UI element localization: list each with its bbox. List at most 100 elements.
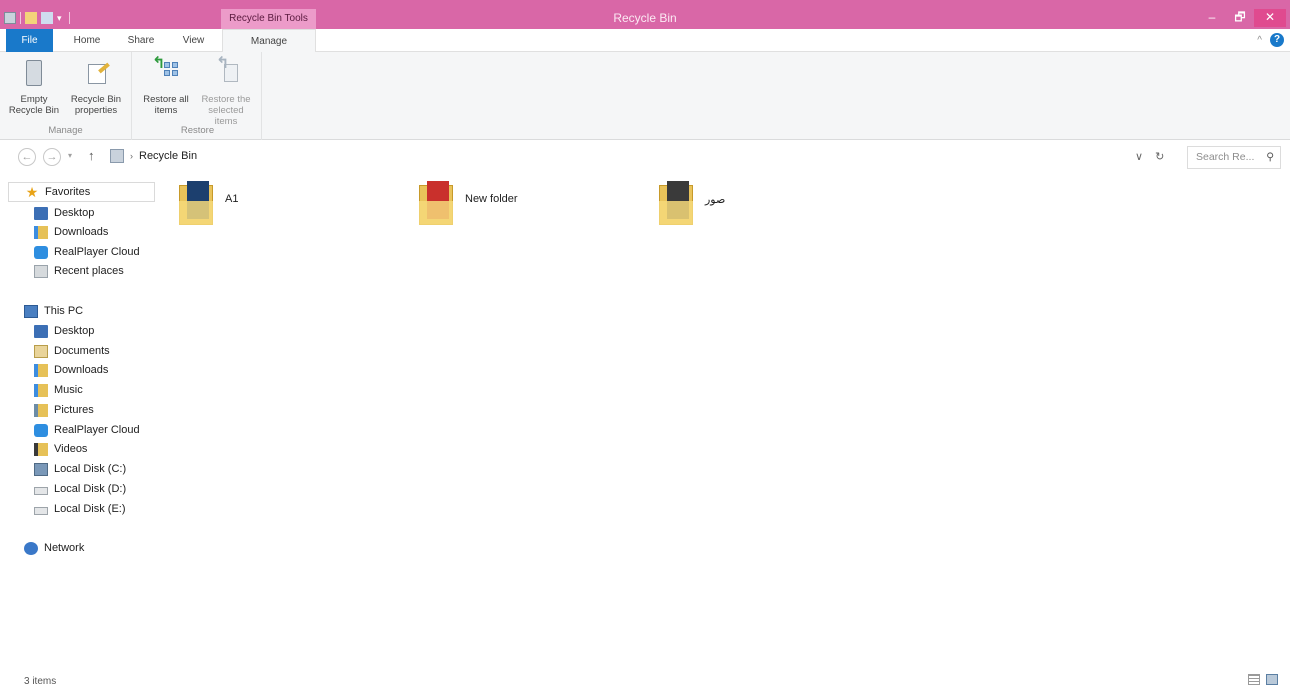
- nav-item-desktop[interactable]: Desktop: [34, 322, 94, 340]
- downloads-icon: [34, 363, 48, 377]
- breadcrumb-recycle-bin[interactable]: Recycle Bin: [139, 150, 197, 162]
- nav-item-label: Local Disk (D:): [54, 483, 127, 495]
- folder-name: New folder: [465, 193, 518, 205]
- nav-item-label: Pictures: [54, 404, 94, 416]
- nav-item-music[interactable]: Music: [34, 381, 83, 399]
- folder-item[interactable]: صور: [655, 179, 725, 231]
- nav-item-downloads[interactable]: Downloads: [34, 361, 108, 379]
- nav-item-local-disk-d[interactable]: Local Disk (D:): [34, 480, 126, 498]
- breadcrumb[interactable]: › Recycle Bin: [110, 149, 197, 163]
- nav-item-realplayer-cloud[interactable]: RealPlayer Cloud: [34, 243, 140, 261]
- nav-item-documents[interactable]: Documents: [34, 342, 110, 360]
- nav-this-pc-label: This PC: [44, 305, 84, 317]
- search-input[interactable]: Search Re... ⚲: [1187, 146, 1281, 169]
- window-title: Recycle Bin: [613, 11, 677, 25]
- star-icon: ★: [25, 183, 39, 200]
- restore-all-items-label: Restore all items: [143, 94, 189, 116]
- ribbon-tabs: File Home Share View Manage ^ ?: [0, 29, 1290, 53]
- recent-locations-dropdown[interactable]: ▾: [68, 151, 72, 160]
- nav-network[interactable]: Network: [24, 539, 84, 557]
- collapse-ribbon-icon[interactable]: ^: [1257, 35, 1262, 46]
- folder-item[interactable]: A1: [175, 179, 238, 231]
- ribbon-group-label: Restore: [180, 125, 215, 136]
- music-icon: [34, 383, 48, 397]
- nav-item-local-disk-e[interactable]: Local Disk (E:): [34, 500, 126, 518]
- address-bar: ← → ▾ ↑ › Recycle Bin ∨ ↻ Search Re... ⚲: [0, 143, 1290, 171]
- tab-file[interactable]: File: [6, 29, 53, 52]
- tab-manage[interactable]: Manage: [222, 29, 316, 53]
- nav-item-label: Local Disk (E:): [54, 503, 126, 515]
- minimize-button[interactable]: –: [1198, 9, 1226, 27]
- address-history-dropdown[interactable]: ∨: [1135, 150, 1143, 163]
- tab-view[interactable]: View: [171, 29, 216, 52]
- system-drive-icon: [34, 462, 48, 476]
- nav-favorites[interactable]: ★ Favorites: [8, 182, 155, 202]
- restore-all-icon: ↰: [150, 56, 182, 90]
- nav-item-label: Recent places: [54, 265, 124, 277]
- folder-name: A1: [225, 193, 239, 205]
- maximize-button[interactable]: 🗗: [1226, 9, 1254, 27]
- nav-item-label: RealPlayer Cloud: [54, 424, 140, 436]
- nav-item-downloads[interactable]: Downloads: [34, 223, 108, 241]
- computer-icon: [24, 304, 38, 318]
- nav-item-recent-places[interactable]: Recent places: [34, 262, 124, 280]
- empty-recycle-bin-label: Empty Recycle Bin: [8, 94, 60, 116]
- downloads-icon: [34, 225, 48, 239]
- videos-icon: [34, 442, 48, 456]
- nav-item-local-disk-c[interactable]: Local Disk (C:): [34, 460, 126, 478]
- nav-item-label: Desktop: [54, 325, 95, 337]
- close-button[interactable]: ✕: [1254, 9, 1286, 27]
- search-icon[interactable]: ⚲: [1266, 147, 1274, 168]
- folder-icon: [175, 179, 215, 227]
- up-button[interactable]: ↑: [88, 148, 95, 163]
- item-count: 3 items: [24, 676, 57, 687]
- documents-icon: [34, 344, 48, 358]
- search-placeholder: Search Re...: [1196, 151, 1255, 163]
- restore-selected-items-button[interactable]: ↰ Restore the selected items: [196, 56, 256, 128]
- restore-all-items-button[interactable]: ↰ Restore all items: [136, 56, 196, 122]
- nav-item-videos[interactable]: Videos: [34, 440, 87, 458]
- ribbon-group-restore: ↰ Restore all items ↰ Restore the select…: [134, 52, 262, 140]
- tab-share[interactable]: Share: [117, 29, 165, 52]
- nav-item-pictures[interactable]: Pictures: [34, 401, 94, 419]
- navigation-pane: ★ Favorites Desktop Downloads RealPlayer…: [0, 180, 165, 580]
- nav-this-pc[interactable]: This PC: [24, 302, 83, 320]
- folder-item[interactable]: New folder: [415, 179, 518, 231]
- ribbon-group-manage: Empty Recycle Bin Recycle Bin properties…: [0, 52, 132, 140]
- desktop-icon: [34, 206, 48, 220]
- breadcrumb-separator[interactable]: ›: [130, 151, 133, 161]
- nav-favorites-label: Favorites: [45, 186, 91, 198]
- file-list: A1 New folder صور: [165, 173, 1290, 673]
- back-button[interactable]: ←: [18, 148, 36, 166]
- realplayer-cloud-icon: [34, 245, 48, 259]
- recent-places-icon: [34, 264, 48, 278]
- recycle-bin-properties-button[interactable]: Recycle Bin properties: [66, 56, 126, 122]
- nav-item-label: Music: [54, 384, 83, 396]
- drive-icon: [34, 487, 48, 495]
- details-view-icon[interactable]: [1248, 674, 1260, 685]
- status-bar: 3 items: [0, 673, 1290, 689]
- refresh-icon[interactable]: ↻: [1155, 150, 1164, 163]
- restore-selected-items-label: Restore the selected items: [201, 94, 251, 127]
- nav-item-label: Desktop: [54, 207, 95, 219]
- folder-icon: [655, 179, 695, 227]
- folder-icon: [415, 179, 455, 227]
- nav-item-realplayer-cloud[interactable]: RealPlayer Cloud: [34, 421, 140, 439]
- ribbon-group-label: Manage: [48, 125, 83, 136]
- tab-home[interactable]: Home: [61, 29, 113, 52]
- realplayer-cloud-icon: [34, 423, 48, 437]
- large-icons-view-icon[interactable]: [1266, 674, 1278, 685]
- ribbon: Empty Recycle Bin Recycle Bin properties…: [0, 52, 1290, 140]
- nav-item-desktop[interactable]: Desktop: [34, 204, 94, 222]
- empty-recycle-bin-button[interactable]: Empty Recycle Bin: [4, 56, 64, 122]
- desktop-icon: [34, 324, 48, 338]
- properties-icon: [80, 56, 112, 90]
- help-icon[interactable]: ?: [1270, 33, 1284, 47]
- nav-item-label: Local Disk (C:): [54, 463, 127, 475]
- forward-button[interactable]: →: [43, 148, 61, 166]
- nav-item-label: RealPlayer Cloud: [54, 246, 140, 258]
- nav-item-label: Downloads: [54, 364, 109, 376]
- nav-item-label: Documents: [54, 345, 110, 357]
- folder-name: صور: [705, 194, 726, 206]
- drive-icon: [34, 507, 48, 515]
